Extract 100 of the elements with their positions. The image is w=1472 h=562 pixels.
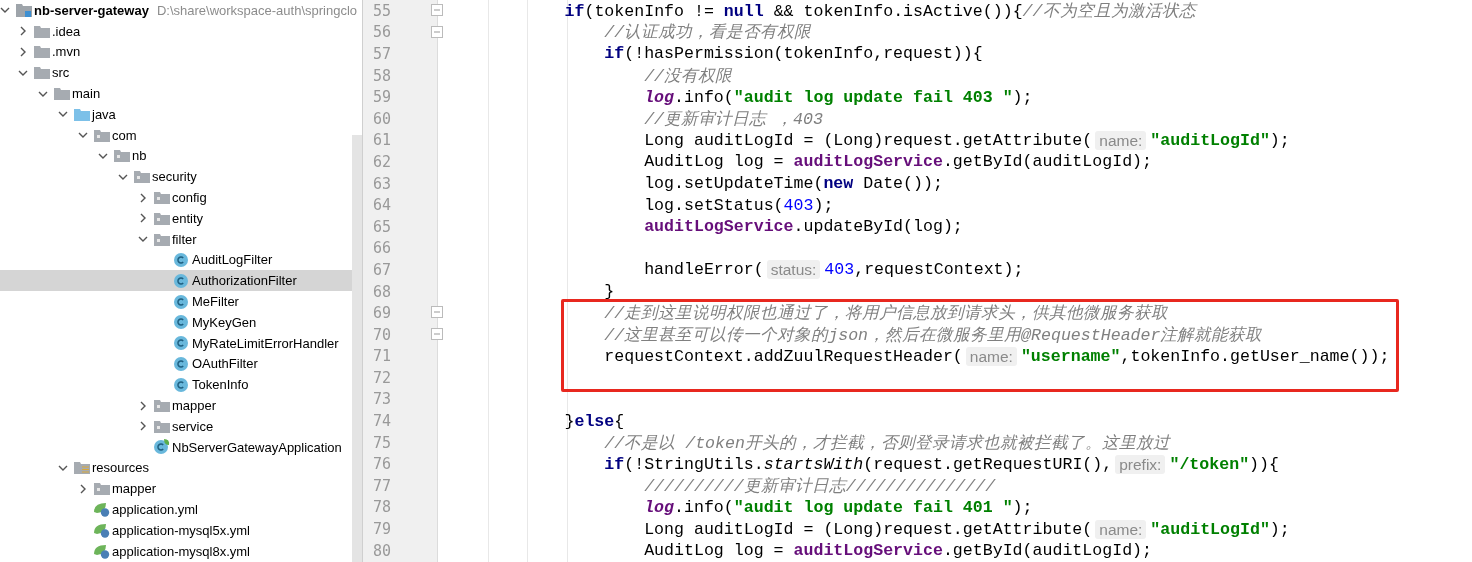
spring-config-icon — [94, 522, 110, 538]
line-number: 80 — [372, 541, 392, 560]
line-number: 75 — [372, 433, 392, 452]
line-number: 69 — [372, 304, 392, 323]
class-icon — [174, 315, 188, 330]
tree-item[interactable]: filter — [0, 228, 352, 250]
code-text: log.setUpdateTime(new Date()); — [643, 174, 943, 194]
tree-item[interactable]: MeFilter — [0, 291, 352, 312]
tree-item[interactable]: mapper — [0, 395, 352, 416]
line-number: 76 — [372, 455, 392, 474]
parameter-hint: prefix: — [1115, 454, 1166, 474]
chevron-right-icon[interactable] — [138, 400, 148, 411]
class-icon — [174, 273, 188, 288]
chevron-right-icon[interactable] — [18, 47, 28, 57]
folder-icon — [154, 399, 170, 413]
tree-item[interactable]: AuditLogFilter — [0, 249, 352, 271]
chevron-right-icon[interactable] — [138, 421, 148, 432]
folder-icon — [94, 128, 110, 142]
tree-item[interactable]: MyKeyGen — [0, 311, 352, 333]
tree-item[interactable]: application-mysql5x.yml — [0, 519, 352, 541]
tree-item[interactable]: application-mysql8x.yml — [0, 540, 352, 562]
code-text: //这里甚至可以传一个对象的json，然后在微服务里用@RequestHeader注解就能获取 — [603, 324, 1263, 346]
chevron-right-icon[interactable] — [78, 483, 88, 494]
tree-item[interactable]: resources — [0, 457, 352, 479]
code-text: "username",tokenInfo.getUser_name()); — [1020, 346, 1390, 366]
code-text: log.setStatus(403); — [643, 195, 834, 215]
tree-item[interactable]: com — [0, 124, 352, 146]
parameter-hint: name: — [965, 346, 1017, 366]
line-number: 68 — [372, 282, 392, 301]
tree-item[interactable]: OAuthFilter — [0, 353, 352, 375]
code-text: auditLogService.updateById(log); — [643, 217, 963, 237]
line-number: 64 — [372, 196, 392, 215]
folder-icon — [34, 66, 50, 80]
code-text: if(tokenInfo != null && tokenInfo.isActive()){//不为空且为激活状态 — [563, 0, 1196, 22]
code-text: log.info("audit log update fail 403 "); — [643, 87, 1033, 107]
line-number: 73 — [372, 390, 392, 409]
code-text: //走到这里说明权限也通过了，将用户信息放到请求头，供其他微服务获取 — [603, 303, 1169, 325]
tree-item[interactable]: nb — [0, 145, 352, 167]
tree-item[interactable]: application.yml — [0, 499, 352, 520]
line-number: 65 — [372, 217, 392, 236]
folder-icon — [134, 170, 150, 184]
code-text: AuditLog log = auditLogService.getById(auditLogId); — [643, 152, 1153, 172]
code-text: "auditLogId"); — [1150, 519, 1290, 539]
line-number: 72 — [372, 368, 392, 387]
tree-item[interactable]: entity — [0, 207, 352, 229]
line-number: 74 — [372, 412, 392, 431]
tree-item[interactable]: AuthorizationFilter — [0, 270, 352, 292]
line-number: 79 — [372, 520, 392, 539]
code-text: "auditLogId"); — [1150, 130, 1290, 150]
spring-class-icon — [154, 439, 170, 456]
line-number: 66 — [372, 239, 392, 258]
code-text: 403,requestContext); — [824, 260, 1024, 280]
chevron-right-icon[interactable] — [18, 26, 28, 37]
tree-item[interactable]: java — [0, 104, 352, 125]
tree-item[interactable]: NbServerGatewayApplication — [0, 436, 352, 458]
line-number: 71 — [372, 347, 392, 366]
tree-item[interactable]: src — [0, 62, 352, 84]
class-icon — [174, 377, 188, 392]
class-icon — [174, 252, 188, 267]
code-text: //没有权限 — [643, 65, 733, 87]
module-folder-icon — [16, 3, 32, 18]
folder-icon — [114, 149, 130, 163]
code-text: //不是以 /token开头的，才拦截，否则登录请求也就被拦截了。这里放过 — [603, 432, 1170, 454]
scrollbar[interactable] — [352, 135, 362, 562]
tree-item[interactable]: .mvn — [0, 41, 352, 63]
line-number: 56 — [372, 23, 392, 42]
code-text: log.info("audit log update fail 401 "); — [643, 497, 1033, 517]
chevron-right-icon[interactable] — [138, 213, 148, 224]
project-path: D:\share\workspace-auth\springclo — [156, 2, 358, 18]
code-text: //认证成功，看是否有权限 — [603, 22, 812, 44]
code-text: }else{ — [563, 411, 625, 431]
parameter-hint: name: — [1095, 130, 1147, 150]
folder-icon — [154, 191, 170, 205]
code-text: //更新审计日志 ，403 — [643, 108, 823, 130]
code-text: Long auditLogId = (Long)request.getAttribute( — [643, 130, 1093, 150]
line-number: 77 — [372, 476, 392, 495]
tree-item[interactable]: TokenInfo — [0, 374, 352, 396]
folder-icon — [34, 24, 50, 38]
folder-icon — [34, 45, 50, 59]
chevron-right-icon[interactable] — [138, 192, 148, 203]
tree-item[interactable]: security — [0, 166, 352, 188]
parameter-hint: status: — [766, 260, 821, 280]
tree-item[interactable]: main — [0, 83, 352, 104]
tree-item[interactable]: .idea — [0, 20, 352, 42]
line-number: 61 — [372, 131, 392, 150]
spring-config-icon — [94, 502, 110, 517]
line-number: 57 — [372, 45, 392, 63]
folder-icon — [154, 232, 170, 246]
tree-item[interactable]: config — [0, 187, 352, 208]
line-number: 78 — [372, 498, 392, 517]
line-number: 62 — [372, 152, 392, 171]
class-icon — [174, 336, 188, 351]
folder-icon — [154, 419, 170, 433]
parameter-hint: name: — [1095, 519, 1147, 539]
line-number: 67 — [372, 260, 392, 279]
tree-item[interactable]: mapper — [0, 478, 352, 500]
tree-item[interactable]: service — [0, 415, 352, 437]
resources-folder-icon — [74, 461, 90, 475]
tree-item[interactable]: MyRateLimitErrorHandler — [0, 332, 352, 354]
line-number: 55 — [372, 1, 392, 20]
